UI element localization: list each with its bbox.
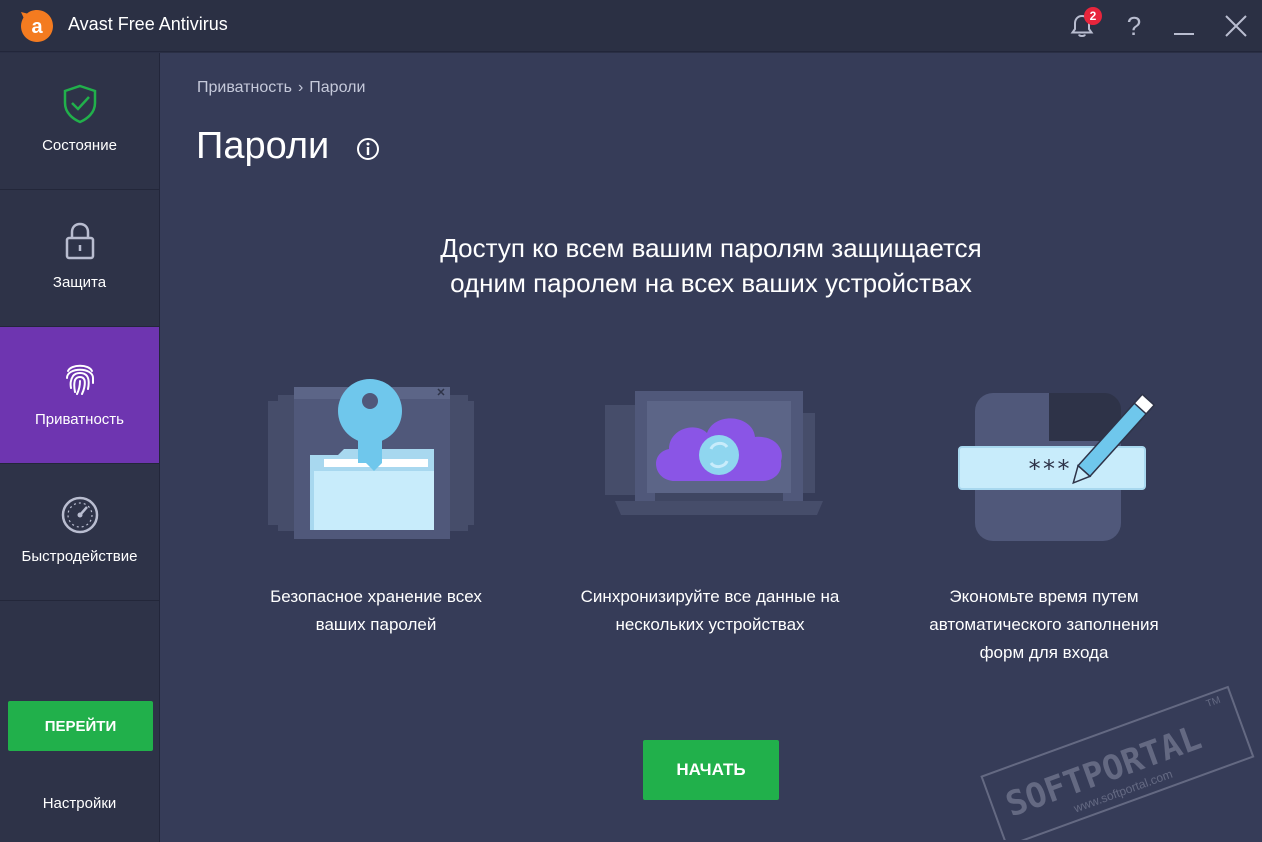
feature-line: Синхронизируйте все данные на [580,587,840,606]
breadcrumb-separator: › [297,79,304,96]
minimize-icon [1174,33,1194,35]
sidebar-item-label: Приватность [35,411,124,428]
feature-line: Безопасное хранение всех [270,587,482,606]
sidebar-item-status[interactable]: Состояние [0,53,159,190]
sidebar-item-label: Быстродействие [21,548,138,565]
sidebar-item-privacy[interactable]: Приватность [0,327,159,464]
avast-logo-icon: a [21,10,53,42]
feature-line: нескольких устройствах [615,615,805,634]
shield-check-icon [63,84,97,124]
sidebar-item-performance[interactable]: Быстродействие [0,464,159,601]
headline-line-2: одним паролем на всех ваших устройствах [450,268,972,298]
title-bar: a Avast Free Antivirus 2 ? [0,0,1262,52]
help-button[interactable]: ? [1114,6,1154,46]
feature-line: автоматического заполнения [929,615,1159,634]
fingerprint-icon [66,364,94,395]
breadcrumb: Приватность › Пароли [197,79,365,97]
info-icon[interactable] [356,137,380,161]
password-pen-icon: *** [958,393,1156,541]
feature-autofill: *** Экономьте время путем автоматическог… [894,375,1194,662]
sidebar-item-label: Состояние [42,137,117,154]
notification-badge: 2 [1084,7,1102,25]
settings-link[interactable]: Настройки [0,795,159,812]
start-button[interactable]: НАЧАТЬ [643,740,779,800]
feature-line: ваших паролей [315,615,437,634]
cloud-sync-icon [605,391,823,515]
watermark-tm: TM [1205,695,1222,710]
lock-icon [65,222,95,260]
headline: Доступ ко всем вашим паролям защищается … [160,231,1262,301]
password-mask: *** [1027,455,1070,483]
svg-text:a: a [31,16,43,38]
feature-text: Синхронизируйте все данные на нескольких… [560,583,860,639]
sidebar: Состояние Защита Приватность Быстродейст… [0,53,160,842]
feature-secure-storage: Безопасное хранение всех ваших паролей [226,375,526,634]
softportal-watermark: SOFTPORTAL TM www.softportal.com [980,685,1255,840]
minimize-button[interactable] [1164,6,1204,46]
key-folder-icon [268,379,474,539]
watermark-text: SOFTPORTAL [1001,718,1207,826]
headline-line-1: Доступ ко всем вашим паролям защищается [440,233,982,263]
breadcrumb-privacy[interactable]: Приватность [197,79,292,96]
notifications-button[interactable]: 2 [1062,6,1102,46]
feature-line: Экономьте время путем [949,587,1139,606]
sidebar-item-label: Защита [52,274,107,291]
sidebar-item-protection[interactable]: Защита [0,190,159,327]
app-title: Avast Free Antivirus [68,14,228,34]
go-button[interactable]: ПЕРЕЙТИ [8,701,153,751]
feature-sync: Синхронизируйте все данные на нескольких… [560,375,860,634]
feature-line: форм для входа [979,643,1109,662]
close-button[interactable] [1216,6,1256,46]
speedometer-icon [61,496,99,534]
breadcrumb-current: Пароли [309,79,366,96]
feature-text: Экономьте время путем автоматического за… [894,583,1194,667]
page-title: Пароли [196,125,330,167]
close-icon [1225,15,1247,37]
feature-text: Безопасное хранение всех ваших паролей [226,583,526,639]
